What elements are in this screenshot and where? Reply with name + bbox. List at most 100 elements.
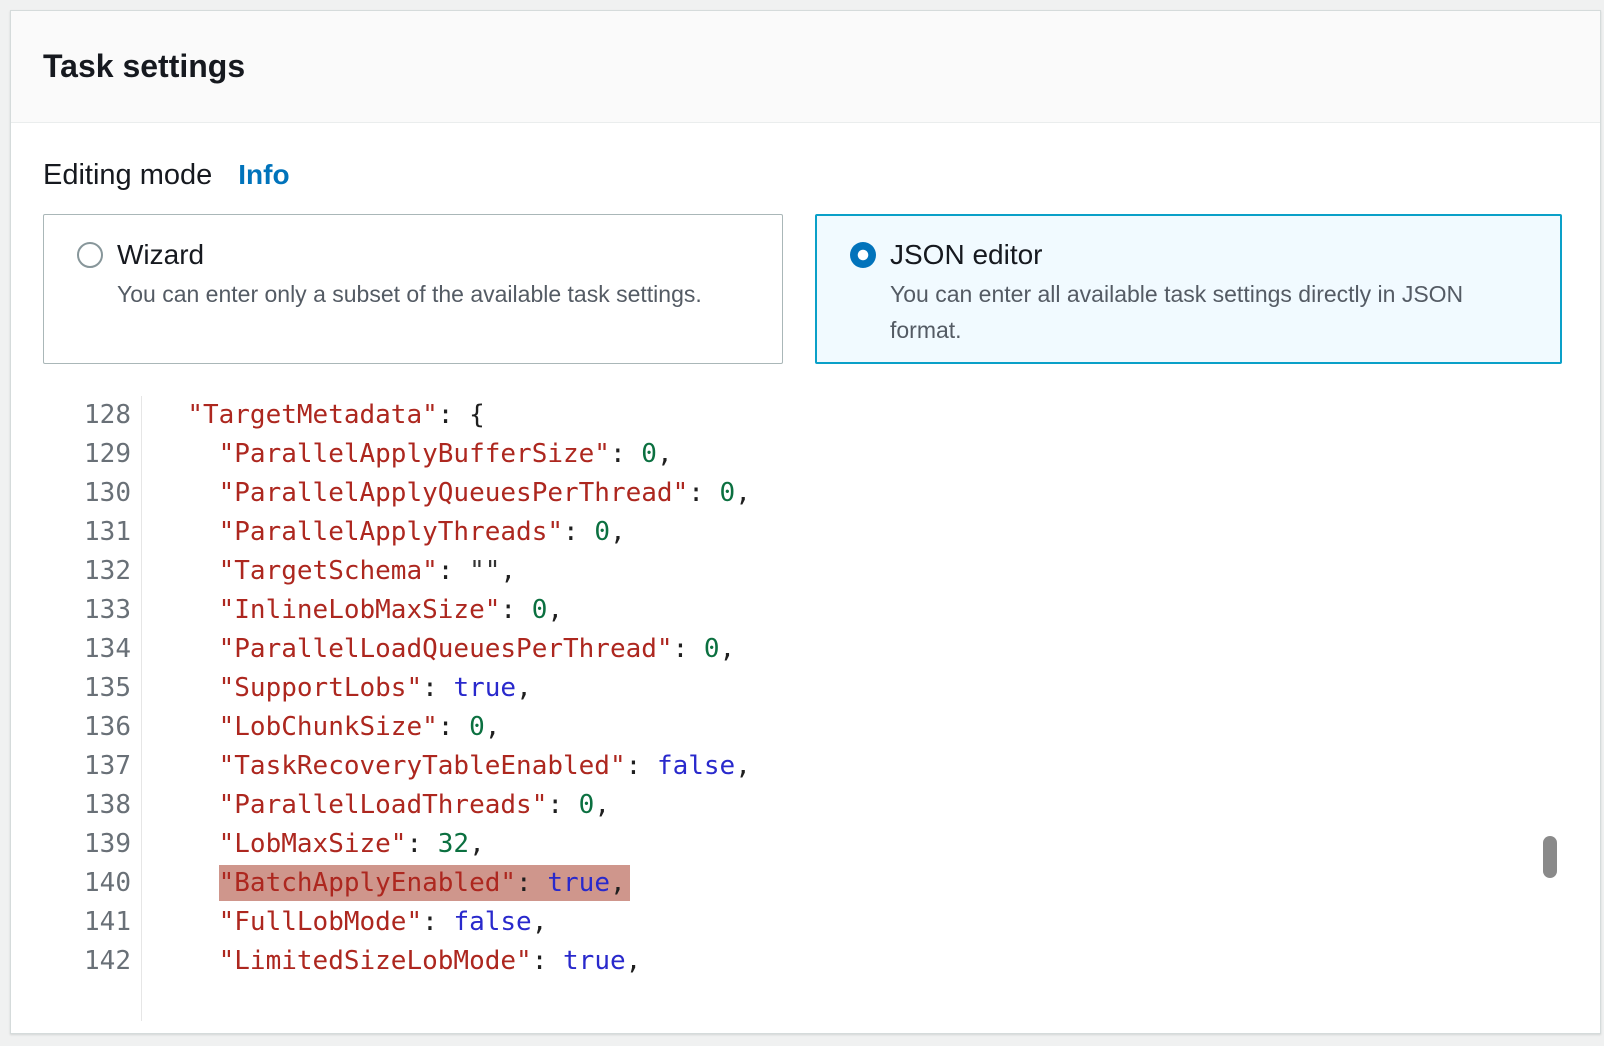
code-token-key: "ParallelLoadQueuesPerThread" (219, 634, 673, 664)
code-token-plain: : (438, 556, 469, 586)
json-editor-option-card[interactable]: JSON editor You can enter all available … (815, 214, 1562, 364)
code-token-plain: , (610, 517, 626, 547)
code-token-plain: , (735, 478, 751, 508)
code-token-plain: , (657, 439, 673, 469)
code-token-plain: : (547, 790, 578, 820)
code-line[interactable]: "FullLobMode": false, (156, 903, 1568, 942)
code-token-plain: , (516, 673, 532, 703)
code-token-plain: : (516, 868, 547, 898)
line-numbers: 1281291301311321331341351361371381391401… (43, 396, 142, 1021)
code-token-key: "LobMaxSize" (219, 829, 407, 859)
wizard-option-description: You can enter only a subset of the avail… (117, 276, 702, 312)
code-token-plain: , (626, 946, 642, 976)
code-token-bool: true (563, 946, 626, 976)
wizard-option-title: Wizard (117, 237, 702, 273)
code-token-plain: : (406, 829, 437, 859)
code-token-plain: , (720, 634, 736, 664)
line-number: 142 (43, 942, 131, 981)
code-token-key: "SupportLobs" (219, 673, 423, 703)
code-token-num: 0 (532, 595, 548, 625)
radio-selected-icon[interactable] (850, 242, 876, 268)
code-line[interactable]: "ParallelApplyBufferSize": 0, (156, 435, 1568, 474)
code-token-key: "ParallelApplyQueuesPerThread" (219, 478, 689, 508)
editing-mode-label: Editing mode (43, 159, 212, 192)
json-editor-option-description: You can enter all available task setting… (890, 276, 1520, 348)
line-number: 136 (43, 708, 131, 747)
code-token-plain: : (673, 634, 704, 664)
code-line[interactable]: "LobChunkSize": 0, (156, 708, 1568, 747)
code-token-plain: , (610, 868, 626, 898)
json-editor[interactable]: 1281291301311321331341351361371381391401… (43, 396, 1568, 1021)
code-token-plain: , (469, 829, 485, 859)
panel-content: Editing mode Info Wizard You can enter o… (11, 123, 1600, 1021)
code-token-indent (156, 673, 219, 703)
code-token-plain: : { (438, 400, 485, 430)
code-token-plain: , (500, 556, 516, 586)
code-token-num: 0 (469, 712, 485, 742)
line-number: 135 (43, 669, 131, 708)
code-token-plain: : (422, 673, 453, 703)
code-token-key: "TargetSchema" (219, 556, 438, 586)
code-token-plain: , (547, 595, 563, 625)
code-line[interactable]: "LobMaxSize": 32, (156, 825, 1568, 864)
json-editor-option-text: JSON editor You can enter all available … (890, 237, 1520, 348)
code-token-plain: , (594, 790, 610, 820)
line-number: 130 (43, 474, 131, 513)
code-token-indent (156, 712, 219, 742)
code-line[interactable]: "SupportLobs": true, (156, 669, 1568, 708)
code-token-num: 0 (641, 439, 657, 469)
code-token-str: "" (469, 556, 500, 586)
code-token-key: "TaskRecoveryTableEnabled" (219, 751, 626, 781)
code-token-plain: , (485, 712, 501, 742)
code-token-key: "ParallelApplyThreads" (219, 517, 563, 547)
code-line[interactable]: "LimitedSizeLobMode": true, (156, 942, 1568, 981)
code-token-num: 0 (579, 790, 595, 820)
code-token-plain: : (500, 595, 531, 625)
code-line[interactable]: "ParallelApplyQueuesPerThread": 0, (156, 474, 1568, 513)
code-token-indent (156, 400, 187, 430)
info-link[interactable]: Info (238, 159, 289, 191)
task-settings-panel: Task settings Editing mode Info Wizard Y… (10, 10, 1601, 1034)
line-number: 141 (43, 903, 131, 942)
code-token-bool: false (657, 751, 735, 781)
code-token-key: "TargetMetadata" (187, 400, 437, 430)
code-token-bool: true (453, 673, 516, 703)
code-line[interactable]: "ParallelApplyThreads": 0, (156, 513, 1568, 552)
radio-unselected-icon[interactable] (77, 242, 103, 268)
line-number: 137 (43, 747, 131, 786)
code-token-num: 0 (704, 634, 720, 664)
code-line[interactable]: "BatchApplyEnabled": true, (156, 864, 1568, 903)
editing-mode-label-row: Editing mode Info (43, 159, 1568, 192)
code-token-indent (156, 751, 219, 781)
line-number: 132 (43, 552, 131, 591)
code-line[interactable]: "TargetMetadata": { (156, 396, 1568, 435)
code-token-bool: true (547, 868, 610, 898)
code-line[interactable]: "TaskRecoveryTableEnabled": false, (156, 747, 1568, 786)
code-token-indent (156, 478, 219, 508)
code-line[interactable]: "TargetSchema": "", (156, 552, 1568, 591)
vertical-scrollbar-thumb[interactable] (1543, 836, 1557, 878)
editing-mode-options: Wizard You can enter only a subset of th… (43, 214, 1568, 364)
code-line[interactable]: "ParallelLoadQueuesPerThread": 0, (156, 630, 1568, 669)
code-line[interactable]: "ParallelLoadThreads": 0, (156, 786, 1568, 825)
code-token-indent (156, 517, 219, 547)
code-token-indent (156, 868, 219, 898)
wizard-option-card[interactable]: Wizard You can enter only a subset of th… (43, 214, 783, 364)
code-lines: "TargetMetadata": { "ParallelApplyBuffer… (142, 396, 1568, 1021)
line-number: 139 (43, 825, 131, 864)
line-number: 138 (43, 786, 131, 825)
code-token-key: "BatchApplyEnabled" (219, 868, 516, 898)
line-number: 129 (43, 435, 131, 474)
code-token-plain: , (532, 907, 548, 937)
code-token-key: "ParallelApplyBufferSize" (219, 439, 610, 469)
panel-header: Task settings (11, 11, 1600, 123)
wizard-option-text: Wizard You can enter only a subset of th… (117, 237, 702, 312)
code-line[interactable]: "InlineLobMaxSize": 0, (156, 591, 1568, 630)
code-token-indent (156, 907, 219, 937)
code-token-indent (156, 439, 219, 469)
code-token-plain: : (438, 712, 469, 742)
code-token-indent (156, 556, 219, 586)
code-token-plain: : (422, 907, 453, 937)
code-token-key: "LobChunkSize" (219, 712, 438, 742)
code-token-key: "FullLobMode" (219, 907, 423, 937)
